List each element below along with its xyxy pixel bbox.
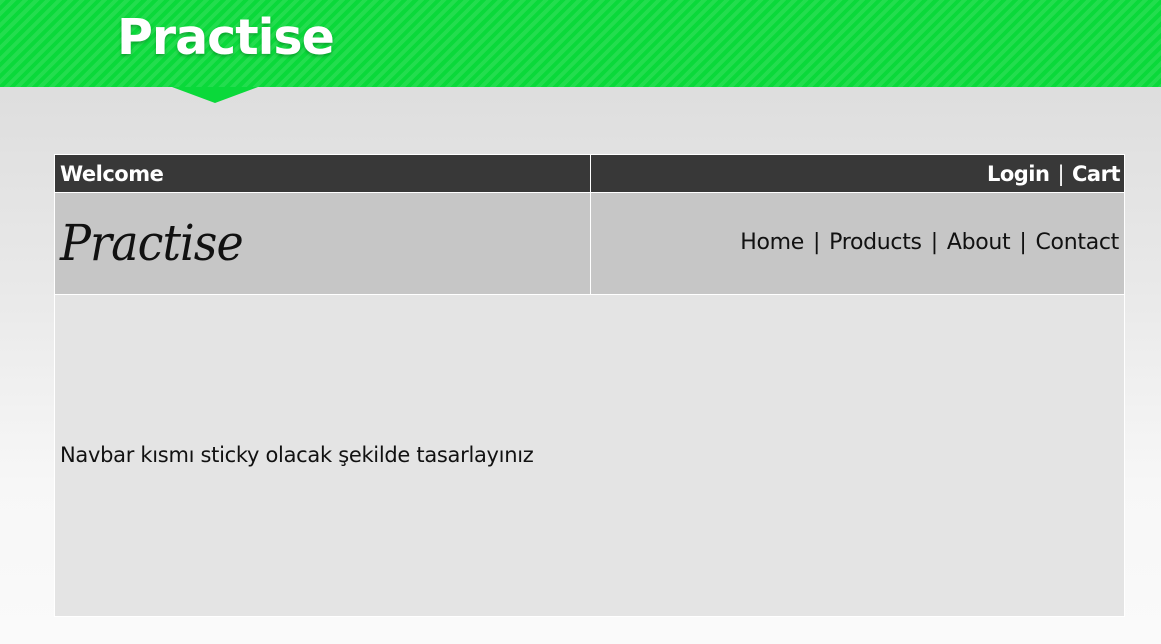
- nav-products-link[interactable]: Products: [829, 230, 922, 255]
- login-link[interactable]: Login: [987, 162, 1050, 186]
- banner-pointer-icon: [172, 87, 258, 103]
- nav-about-link[interactable]: About: [947, 230, 1011, 255]
- nav-separator: |: [812, 230, 821, 255]
- column-divider: [590, 155, 591, 295]
- slide-title: Practise: [117, 9, 335, 66]
- page-mockup-table: Welcome Login | Cart Practise Home | Product…: [54, 154, 1125, 617]
- account-links: Login | Cart: [987, 161, 1121, 187]
- top-links-separator: |: [1057, 162, 1065, 186]
- nav-separator: |: [1019, 230, 1027, 255]
- nav-contact-link[interactable]: Contact: [1036, 230, 1120, 255]
- content-text: Navbar kısmı sticky olacak şekilde tasar…: [60, 443, 534, 467]
- title-banner: Practise: [0, 0, 1161, 87]
- welcome-text: Welcome: [60, 162, 164, 186]
- cart-link[interactable]: Cart: [1072, 162, 1120, 186]
- content-area: Navbar kısmı sticky olacak şekilde tasar…: [55, 295, 1124, 616]
- site-logo[interactable]: Practise: [60, 211, 244, 275]
- main-nav: Home | Products | About | Contact: [740, 229, 1119, 257]
- nav-separator: |: [930, 230, 938, 255]
- nav-home-link[interactable]: Home: [740, 230, 804, 255]
